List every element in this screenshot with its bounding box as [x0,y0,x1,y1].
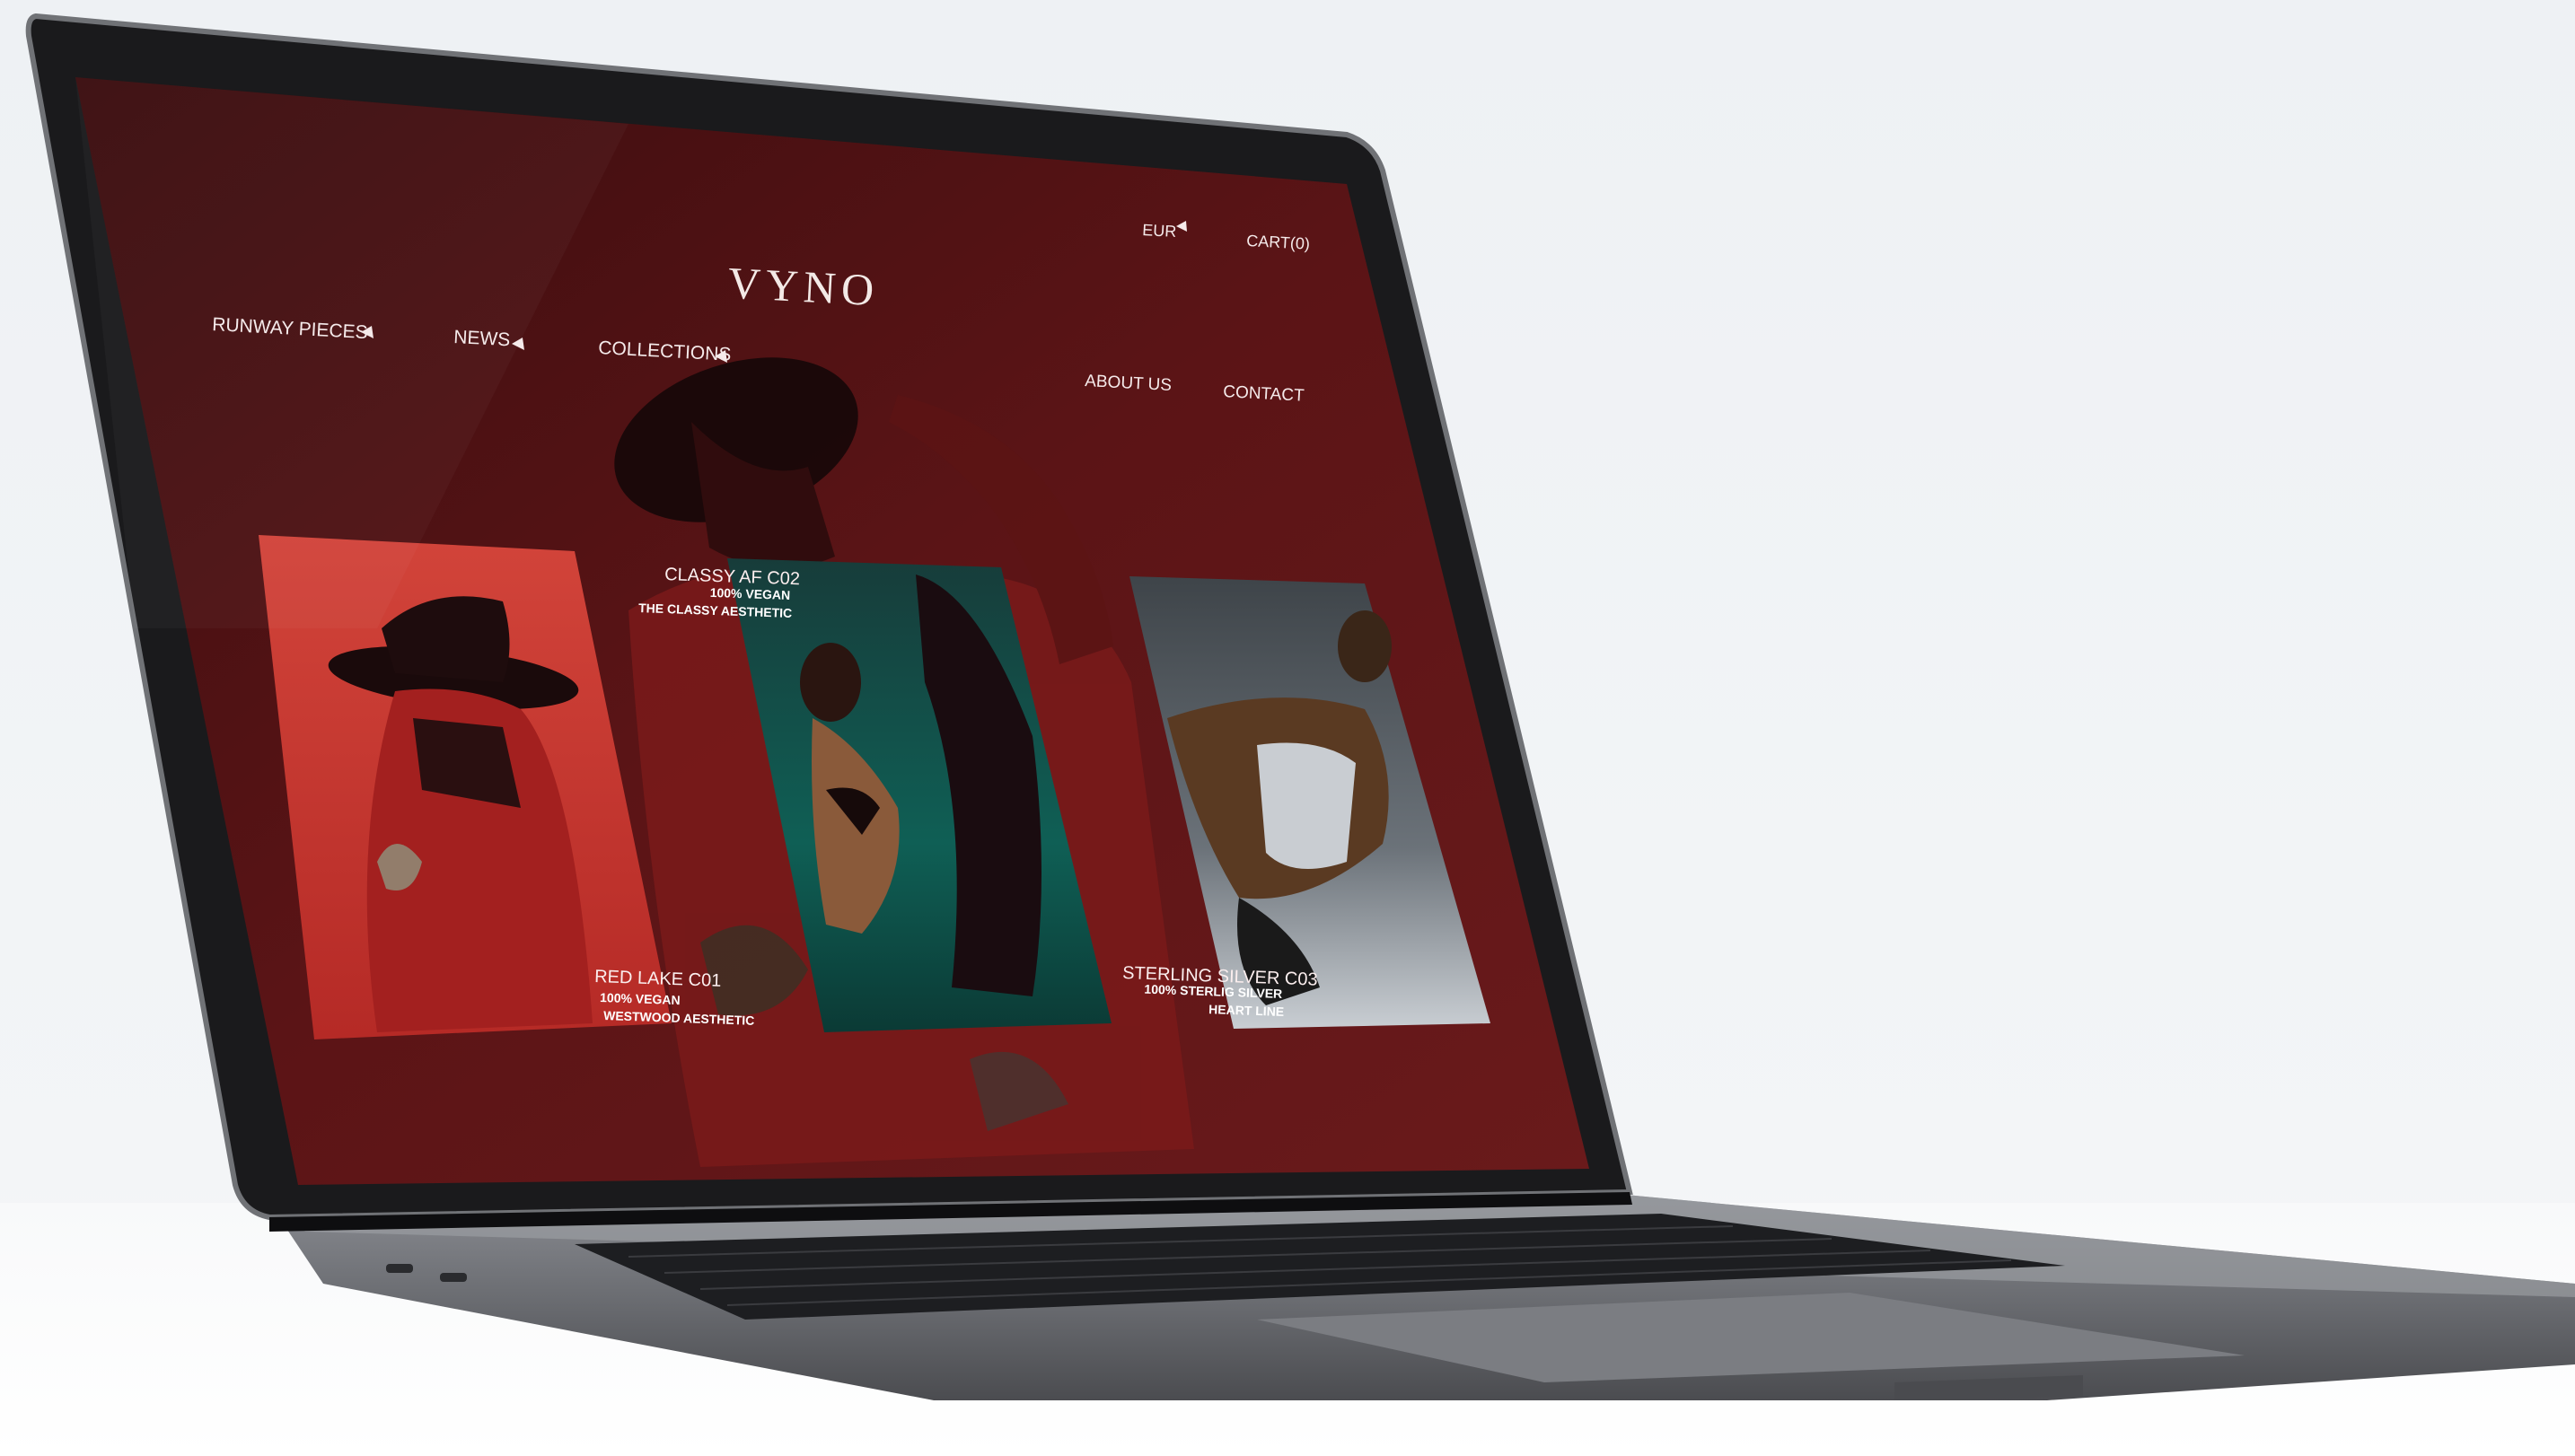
product-line1: 100% VEGAN [709,585,790,602]
cart-link[interactable]: CART(0) [1246,232,1311,253]
product-line1: 100% VEGAN [600,990,681,1007]
currency-label: EUR [1142,221,1177,241]
site-logo[interactable]: VYNO [726,258,880,316]
product-line2: HEART LINE [1208,1002,1285,1019]
laptop-mockup: VYNO EUR CART(0) RUNWAY PIECES NEWS COLL… [25,13,2575,1400]
